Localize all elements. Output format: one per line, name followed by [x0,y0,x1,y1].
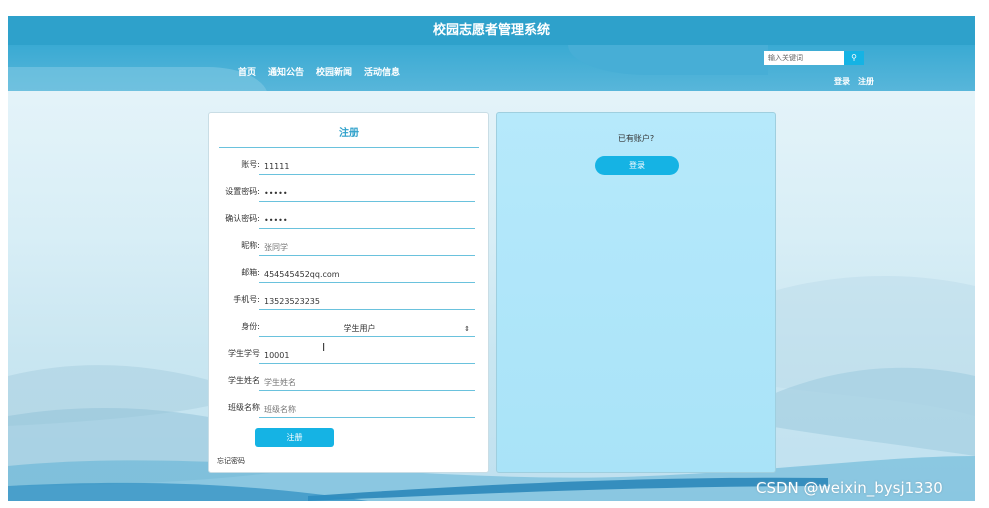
password-label: 设置密码: [225,187,260,196]
form-title: 注册 [219,123,479,148]
email-label: 邮箱: [241,268,260,277]
identity-row: 身份: 学生用户 ⇕ [209,319,490,337]
nav-home[interactable]: 首页 [238,65,256,78]
register-submit-button[interactable]: 注册 [255,428,334,447]
student-name-label: 学生姓名 [228,376,260,385]
text-cursor-icon: I [322,341,326,354]
student-id-row: 学生学号 10001 [209,346,490,364]
confirm-password-input[interactable]: ••••• [259,211,475,229]
nav-decoration [8,67,268,91]
nav-links: 首页 通知公告 校园新闻 活动信息 [238,65,400,78]
page: 校园志愿者管理系统 首页 通知公告 校园新闻 活动信息 输入关键词 ⚲ 登录 注… [8,16,975,501]
select-arrows-icon: ⇕ [464,325,470,333]
nickname-input[interactable]: 张同学 [259,238,475,256]
has-account-text: 已有账户? [617,134,655,143]
student-id-label: 学生学号 [228,349,260,358]
account-label: 账号: [241,160,260,169]
account-input[interactable]: 11111 [259,157,475,175]
login-button[interactable]: 登录 [595,156,679,175]
site-title: 校园志愿者管理系统 [8,16,975,45]
phone-input[interactable]: 13523523235 [259,292,475,310]
csdn-watermark: CSDN @weixin_bysj1330 [756,479,943,497]
forgot-password-link[interactable]: 忘记密码 [217,456,245,466]
email-row: 邮箱: 454545452qq.com [209,265,490,283]
header-login-link[interactable]: 登录 [834,76,850,87]
search-button[interactable]: ⚲ [844,51,864,65]
confirm-password-row: 确认密码: ••••• [209,211,490,229]
identity-value: 学生用户 [343,324,376,333]
class-name-label: 班级名称 [228,403,260,412]
class-name-input[interactable]: 班级名称 [259,400,475,418]
class-name-row: 班级名称 班级名称 [209,400,490,418]
login-prompt-panel: 已有账户? 登录 [496,112,776,473]
search-input[interactable]: 输入关键词 [764,51,844,65]
identity-select[interactable]: 学生用户 ⇕ [259,319,475,337]
search-icon: ⚲ [851,53,857,62]
nav-activities[interactable]: 活动信息 [364,65,400,78]
account-row: 账号: 11111 [209,157,490,175]
navigation-bar: 首页 通知公告 校园新闻 活动信息 输入关键词 ⚲ 登录 注册 [8,45,975,91]
email-input[interactable]: 454545452qq.com [259,265,475,283]
nav-decoration-right [568,45,768,75]
nickname-row: 昵称: 张同学 [209,238,490,256]
phone-row: 手机号: 13523523235 [209,292,490,310]
header-register-link[interactable]: 注册 [858,76,874,87]
password-input[interactable]: ••••• [259,184,475,202]
password-row: 设置密码: ••••• [209,184,490,202]
student-name-row: 学生姓名 学生姓名 [209,373,490,391]
nickname-label: 昵称: [241,241,260,250]
auth-links: 登录 注册 [834,76,874,87]
phone-label: 手机号: [233,295,260,304]
confirm-password-label: 确认密码: [225,214,260,223]
nav-campus-news[interactable]: 校园新闻 [316,65,352,78]
register-form: 注册 账号: 11111 设置密码: ••••• 确认密码: ••••• 昵称:… [208,112,489,473]
nav-notices[interactable]: 通知公告 [268,65,304,78]
student-name-input[interactable]: 学生姓名 [259,373,475,391]
student-id-input[interactable]: 10001 [259,346,475,364]
identity-label: 身份: [241,322,260,331]
